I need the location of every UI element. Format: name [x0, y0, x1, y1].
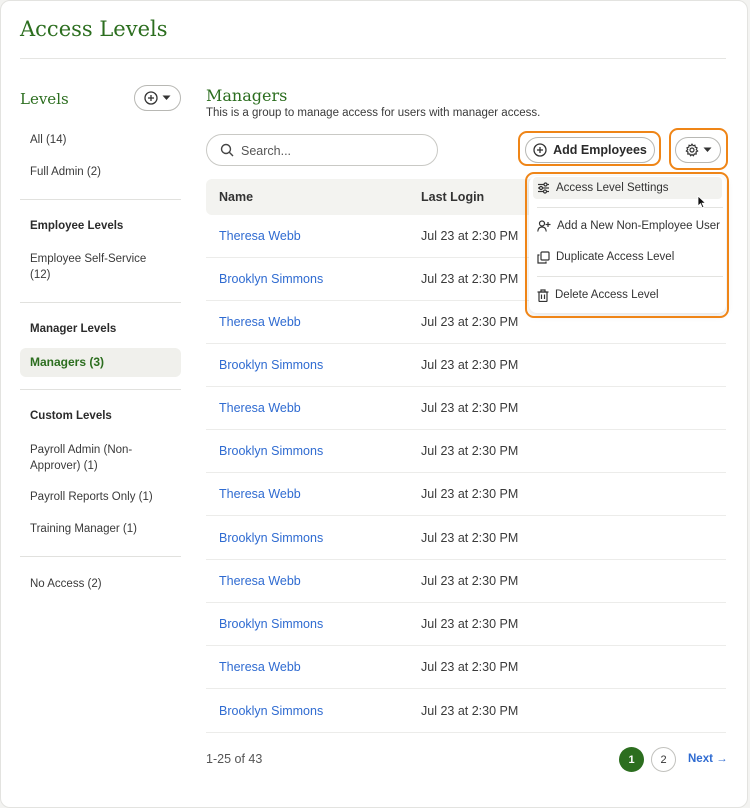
employee-name-link[interactable]: Theresa Webb: [219, 315, 301, 329]
sidebar-item-payroll-admin[interactable]: Payroll Admin (Non- Approver) (1): [30, 442, 132, 474]
search-box[interactable]: [206, 134, 438, 166]
sidebar-item-employee-self-service[interactable]: Employee Self-Service (12): [30, 251, 146, 283]
access-levels-card: Access Levels Levels All (14) Full Admin…: [0, 0, 748, 808]
last-login-value: Jul 23 at 2:30 PM: [421, 444, 519, 458]
table-row: Brooklyn Simmons Jul 23 at 2:30 PM: [206, 344, 726, 387]
last-login-value: Jul 23 at 2:30 PM: [421, 272, 519, 286]
employee-name-link[interactable]: Brooklyn Simmons: [219, 272, 323, 286]
table-row: Brooklyn Simmons Jul 23 at 2:30 PM: [206, 517, 726, 560]
search-input[interactable]: [241, 142, 426, 159]
table-row: Brooklyn Simmons Jul 23 at 2:30 PM: [206, 430, 726, 473]
last-login-value: Jul 23 at 2:30 PM: [421, 229, 519, 243]
cursor-icon: [697, 195, 707, 209]
table-row: Theresa Webb Jul 23 at 2:30 PM: [206, 473, 726, 516]
employee-name-link[interactable]: Theresa Webb: [219, 229, 301, 243]
last-login-value: Jul 23 at 2:30 PM: [421, 704, 519, 718]
gear-icon: [684, 143, 699, 157]
settings-menu-button[interactable]: [675, 137, 721, 163]
last-login-value: Jul 23 at 2:30 PM: [421, 617, 519, 631]
table-row: Theresa Webb Jul 23 at 2:30 PM: [206, 387, 726, 430]
employee-name-link[interactable]: Theresa Webb: [219, 574, 301, 588]
chevron-down-icon: [703, 147, 711, 152]
sidebar-group-manager: Manager Levels: [30, 323, 117, 335]
sidebar-item-label: Payroll Admin (Non-: [30, 444, 133, 456]
sidebar-item-label: Approver) (1): [30, 460, 98, 472]
last-login-value: Jul 23 at 2:30 PM: [421, 531, 519, 545]
add-level-button[interactable]: [134, 85, 181, 111]
sidebar-item-label: Employee Self-Service: [30, 253, 147, 265]
employee-name-link[interactable]: Theresa Webb: [219, 487, 301, 501]
sidebar-divider: [20, 556, 181, 557]
plus-circle-icon: [533, 143, 547, 157]
sidebar-group-employee: Employee Levels: [30, 220, 124, 232]
sidebar-item-payroll-reports[interactable]: Payroll Reports Only (1): [30, 489, 153, 505]
last-login-value: Jul 23 at 2:30 PM: [421, 574, 519, 588]
last-login-value: Jul 23 at 2:30 PM: [421, 401, 519, 415]
employee-name-link[interactable]: Brooklyn Simmons: [219, 531, 323, 545]
sidebar-item-no-access[interactable]: No Access (2): [30, 576, 102, 592]
sidebar-item-managers[interactable]: Managers (3): [20, 348, 181, 377]
table-row: Brooklyn Simmons Jul 23 at 2:30 PM: [206, 603, 726, 646]
column-header-name[interactable]: Name: [219, 190, 253, 204]
next-page-link[interactable]: Next →: [688, 753, 728, 765]
add-employees-label: Add Employees: [553, 143, 647, 157]
sidebar-item-training-manager[interactable]: Training Manager (1): [30, 521, 137, 537]
table-row: Theresa Webb Jul 23 at 2:30 PM: [206, 560, 726, 603]
sidebar-item-label: Managers (3): [30, 355, 105, 369]
sidebar-divider: [20, 302, 181, 303]
sidebar-item-label: (12): [30, 269, 51, 281]
employee-name-link[interactable]: Theresa Webb: [219, 401, 301, 415]
last-login-value: Jul 23 at 2:30 PM: [421, 487, 519, 501]
page-2-button[interactable]: 2: [651, 747, 676, 772]
sidebar-divider: [20, 389, 181, 390]
title-divider: [20, 58, 726, 59]
sidebar-group-custom: Custom Levels: [30, 410, 112, 422]
employee-name-link[interactable]: Brooklyn Simmons: [219, 617, 323, 631]
plus-circle-icon: [144, 91, 158, 105]
last-login-value: Jul 23 at 2:30 PM: [421, 358, 519, 372]
menu-highlight: [525, 172, 729, 318]
sidebar-item-all[interactable]: All (14): [30, 132, 66, 148]
section-title: Managers: [206, 86, 288, 105]
section-description: This is a group to manage access for use…: [206, 107, 541, 119]
add-employees-button[interactable]: Add Employees: [525, 137, 655, 163]
sidebar-item-full-admin[interactable]: Full Admin (2): [30, 164, 101, 180]
last-login-value: Jul 23 at 2:30 PM: [421, 315, 519, 329]
column-header-last-login[interactable]: Last Login: [421, 190, 484, 204]
pagination-count: 1-25 of 43: [206, 752, 263, 766]
table-row: Brooklyn Simmons Jul 23 at 2:30 PM: [206, 690, 726, 733]
table-row: Theresa Webb Jul 23 at 2:30 PM: [206, 646, 726, 689]
employee-name-link[interactable]: Brooklyn Simmons: [219, 704, 323, 718]
page-1-button[interactable]: 1: [619, 747, 644, 772]
sidebar-divider: [20, 199, 181, 200]
levels-heading: Levels: [20, 90, 69, 108]
employee-name-link[interactable]: Brooklyn Simmons: [219, 358, 323, 372]
chevron-down-icon: [162, 95, 171, 100]
last-login-value: Jul 23 at 2:30 PM: [421, 660, 519, 674]
employee-name-link[interactable]: Brooklyn Simmons: [219, 444, 323, 458]
page-title: Access Levels: [20, 17, 168, 41]
search-icon: [220, 143, 234, 157]
employee-name-link[interactable]: Theresa Webb: [219, 660, 301, 674]
